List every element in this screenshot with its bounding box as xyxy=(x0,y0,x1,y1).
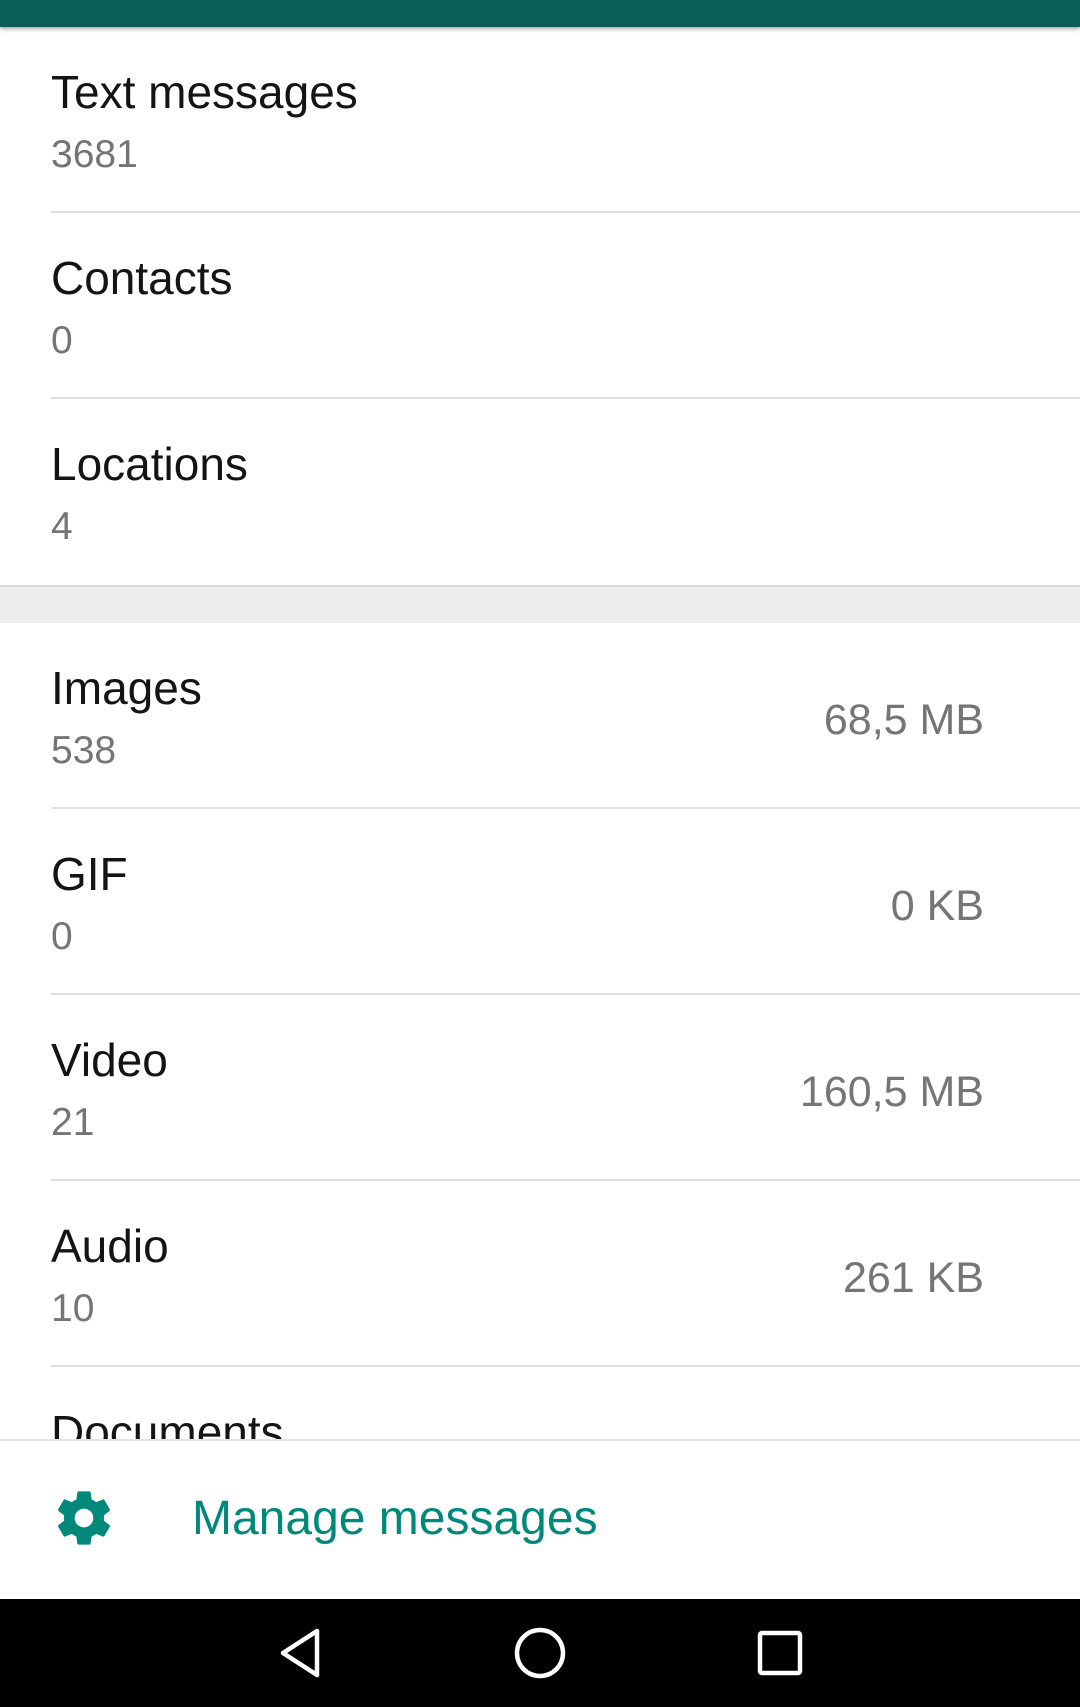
list-item-text-messages[interactable]: Text messages 3681 xyxy=(0,27,1080,213)
section-separator xyxy=(0,585,1080,623)
item-title: Images xyxy=(51,662,202,714)
back-icon[interactable] xyxy=(270,1623,330,1683)
item-count: 538 xyxy=(51,729,117,772)
item-title: GIF xyxy=(51,848,128,900)
app-bar xyxy=(0,0,1080,27)
item-title: Documents xyxy=(51,1406,284,1439)
item-title: Locations xyxy=(51,438,248,490)
item-count: 21 xyxy=(51,1101,95,1144)
list-item-images[interactable]: Images 538 68,5 MB xyxy=(0,623,1080,809)
item-size: 160,5 MB xyxy=(799,1068,984,1116)
list-item-documents[interactable]: Documents xyxy=(0,1367,1080,1439)
item-count: 4 xyxy=(51,505,73,548)
media-section: Images 538 68,5 MB GIF 0 0 KB Video 21 1… xyxy=(0,623,1080,1439)
list-item-video[interactable]: Video 21 160,5 MB xyxy=(0,995,1080,1181)
list-item-locations[interactable]: Locations 4 xyxy=(0,399,1080,585)
item-title: Text messages xyxy=(51,66,358,118)
item-title: Audio xyxy=(51,1220,169,1272)
item-size: 68,5 MB xyxy=(823,696,984,744)
item-size: 0 KB xyxy=(890,882,984,930)
storage-details-list[interactable]: Text messages 3681 Contacts 0 Locations … xyxy=(0,27,1080,1439)
item-title: Contacts xyxy=(51,252,233,304)
messages-section: Text messages 3681 Contacts 0 Locations … xyxy=(0,27,1080,585)
item-count: 10 xyxy=(51,1287,95,1330)
item-count: 0 xyxy=(51,915,73,958)
list-item-contacts[interactable]: Contacts 0 xyxy=(0,213,1080,399)
recents-icon[interactable] xyxy=(750,1623,810,1683)
manage-messages-button[interactable]: Manage messages xyxy=(0,1439,1080,1599)
list-item-audio[interactable]: Audio 10 261 KB xyxy=(0,1181,1080,1367)
system-navigation-bar xyxy=(0,1599,1080,1707)
manage-messages-label: Manage messages xyxy=(192,1492,598,1545)
gear-icon xyxy=(58,1491,110,1545)
item-size: 261 KB xyxy=(842,1254,984,1302)
item-title: Video xyxy=(51,1034,168,1086)
item-count: 0 xyxy=(51,319,73,362)
list-item-gif[interactable]: GIF 0 0 KB xyxy=(0,809,1080,995)
home-icon[interactable] xyxy=(510,1623,570,1683)
item-count: 3681 xyxy=(51,133,138,176)
